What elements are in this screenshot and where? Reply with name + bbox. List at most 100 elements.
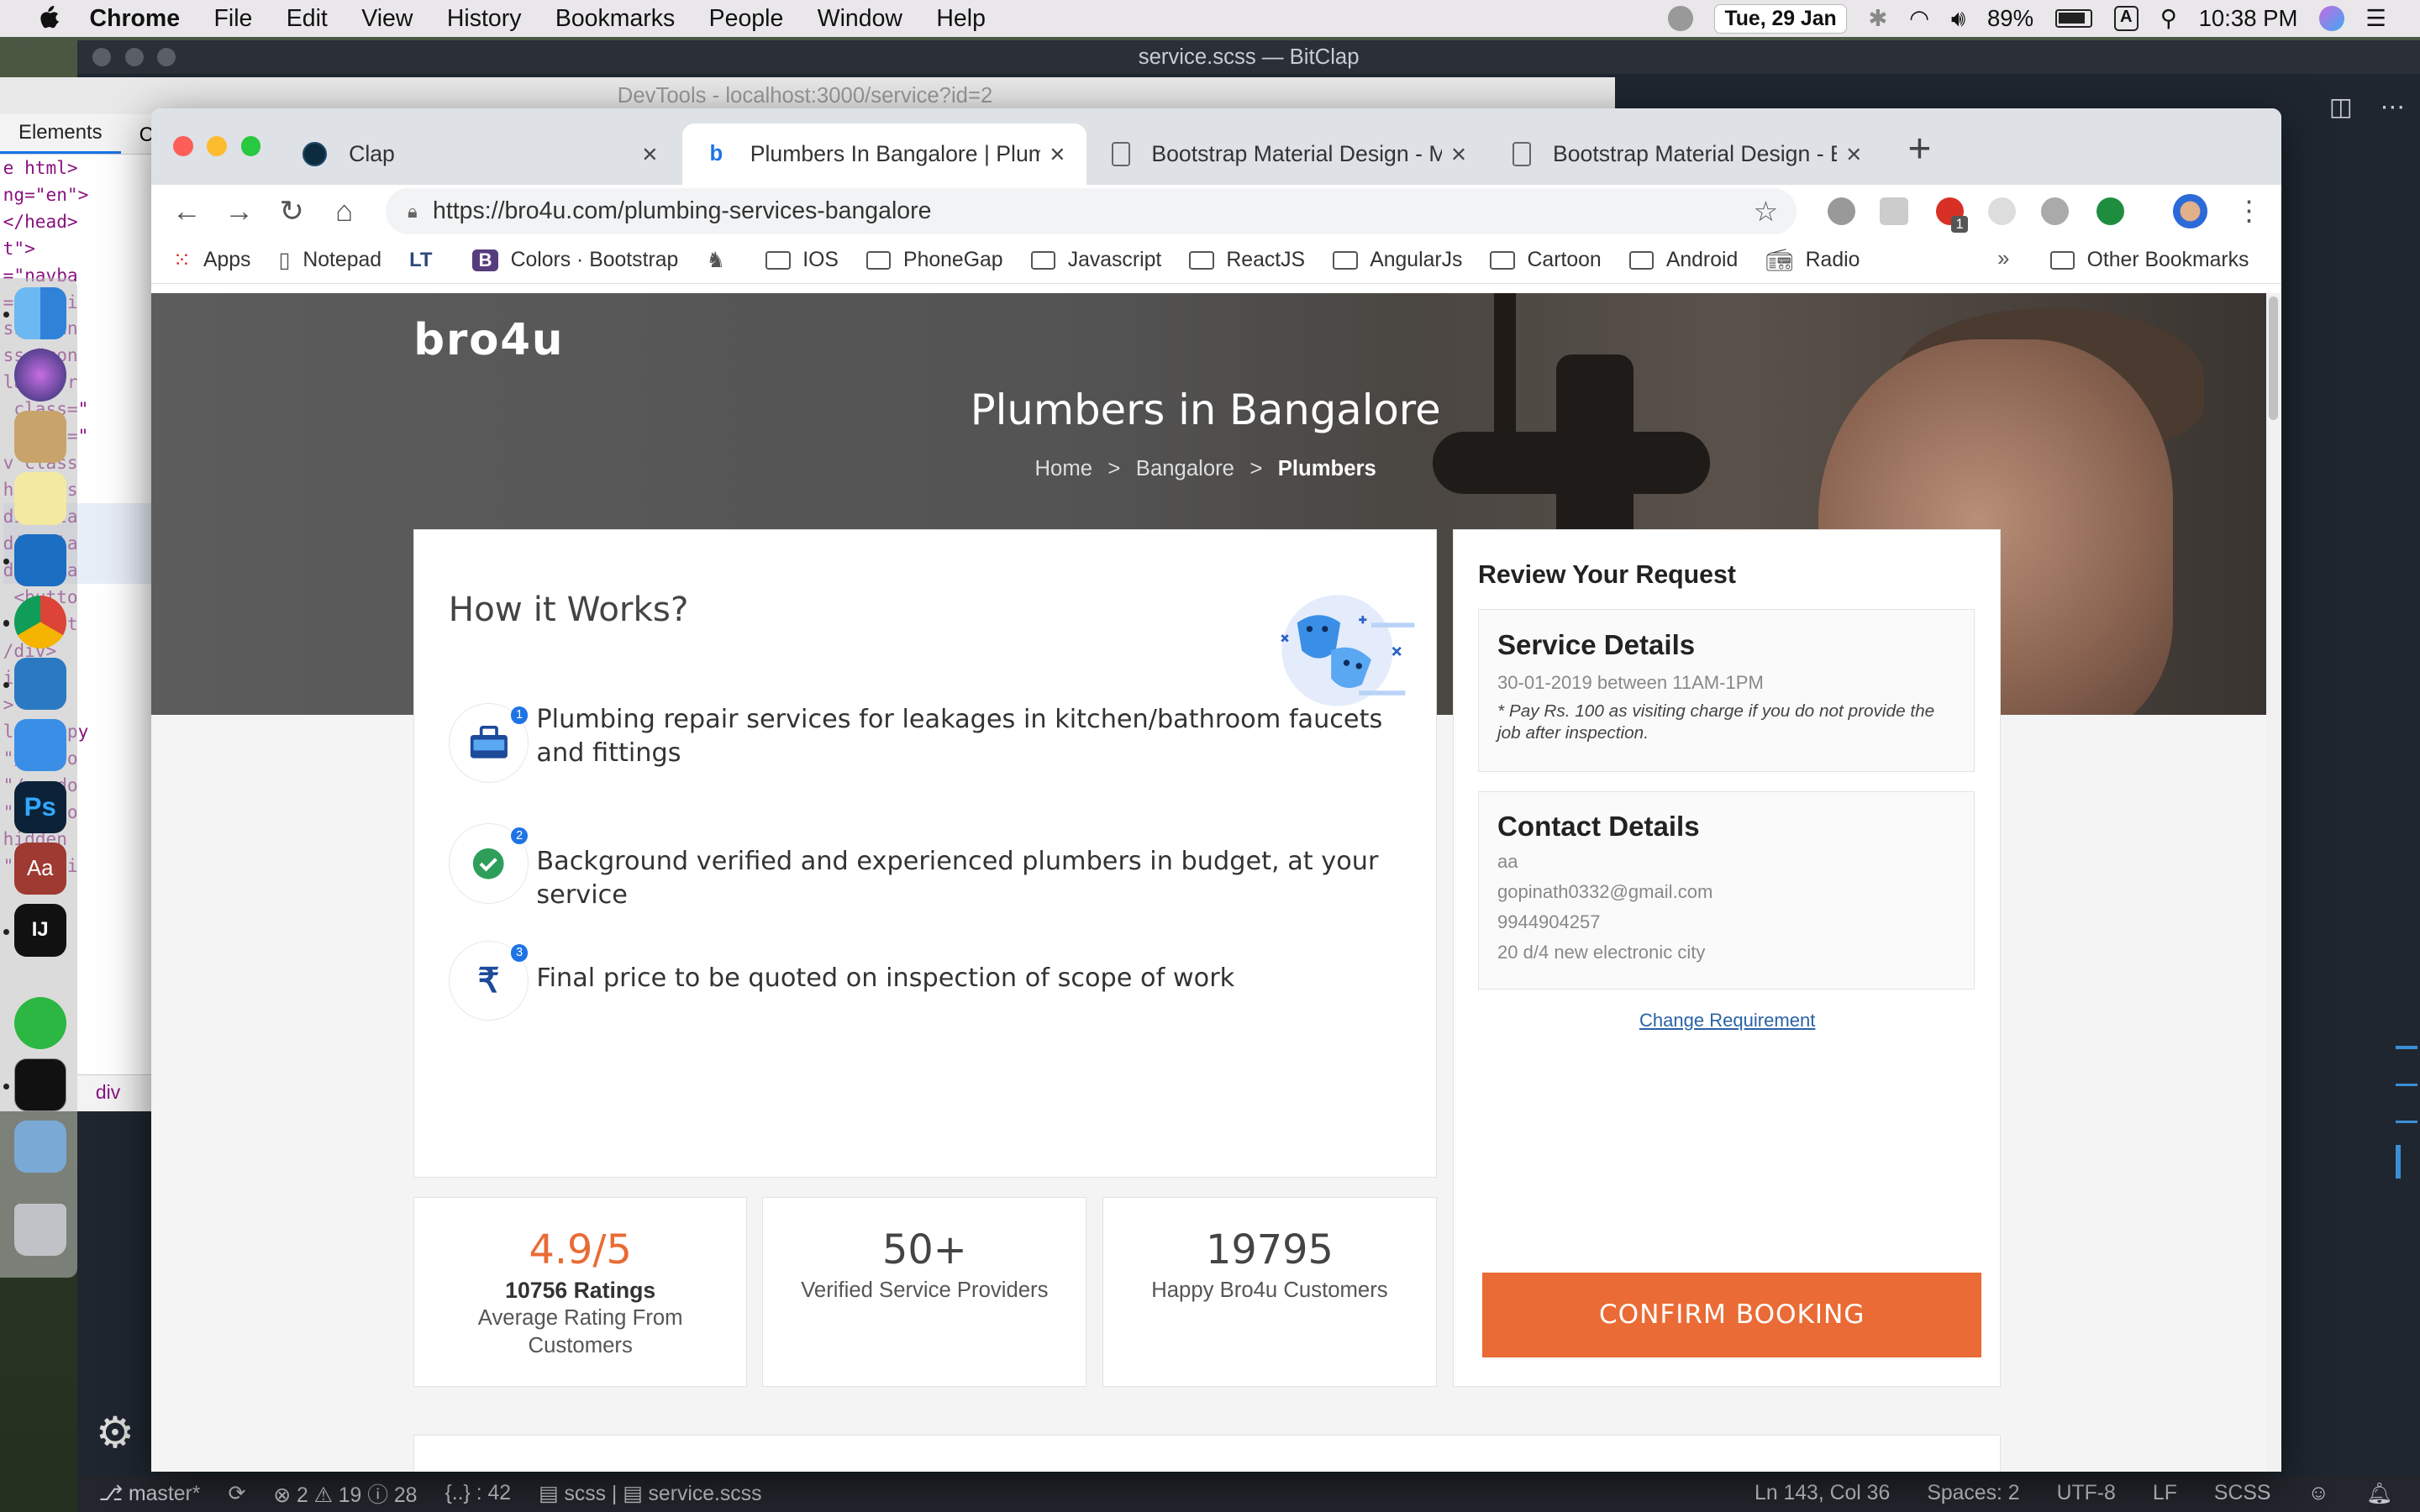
bookmark-item[interactable]: AngularJs [1333, 249, 1462, 272]
bell-icon[interactable]: 🔔︎ [2366, 1482, 2392, 1506]
bookmark-item[interactable]: PhoneGap [865, 249, 1003, 272]
photoshop-icon[interactable]: Ps [13, 780, 66, 833]
extension-chat-icon[interactable] [2096, 197, 2124, 226]
browser-tab[interactable]: Bootstrap Material Design - Material × [1090, 123, 1488, 185]
menu-help[interactable]: Help [936, 5, 986, 33]
dictionary-icon[interactable]: Aa [13, 842, 66, 895]
apple-icon[interactable] [34, 5, 61, 33]
bookmark-item[interactable]: LT [409, 249, 445, 272]
close-tab-icon[interactable]: × [1442, 139, 1476, 170]
bookmark-item[interactable]: ♞ [706, 248, 738, 273]
notification-center-icon[interactable]: ☰ [2365, 5, 2386, 32]
menu-bookmarks[interactable]: Bookmarks [555, 5, 675, 33]
symbol-count[interactable]: {..} : 42 [445, 1482, 512, 1505]
notification-bubble-icon[interactable] [1668, 6, 1693, 31]
vscode-icon[interactable] [13, 657, 66, 710]
close-window-button[interactable] [172, 135, 193, 156]
url-text[interactable]: https://bro4u.com/plumbing-services-bang… [433, 197, 931, 225]
whatsapp-icon[interactable] [13, 996, 66, 1050]
intellij-icon[interactable]: IJ [13, 904, 66, 957]
browser-tab-active[interactable]: b Plumbers In Bangalore | Plumbers × [681, 123, 1087, 186]
confirm-booking-button[interactable]: CONFIRM BOOKING [1482, 1272, 1981, 1357]
menu-view[interactable]: View [361, 5, 413, 33]
siri-dock-icon[interactable] [13, 349, 66, 402]
bookmark-item[interactable]: Cartoon [1490, 249, 1602, 272]
home-icon[interactable]: ⌂ [318, 195, 370, 228]
encoding[interactable]: UTF-8 [2057, 1482, 2116, 1506]
extension-timer-icon[interactable] [1988, 197, 2017, 226]
extension-cloud-icon[interactable] [2040, 197, 2069, 226]
outlook-icon[interactable] [13, 533, 66, 587]
bookmark-item[interactable]: ⁙ Apps [173, 248, 251, 273]
bluetooth-icon[interactable]: ✱ [1868, 5, 1887, 32]
close-tab-icon[interactable]: × [1040, 139, 1074, 170]
chrome-menu-icon[interactable]: ⋮ [2235, 194, 2263, 228]
line-ending[interactable]: LF [2153, 1482, 2177, 1506]
battery-percent[interactable]: 89% [1987, 5, 2033, 32]
change-requirement-link[interactable]: Change Requirement [1454, 1010, 2002, 1032]
menu-window[interactable]: Window [818, 5, 902, 33]
chrome-icon[interactable] [13, 596, 66, 648]
breadcrumb-city[interactable]: Bangalore [1136, 457, 1234, 480]
feedback-smiley-icon[interactable]: ☺ [2307, 1482, 2328, 1506]
siri-icon[interactable] [2319, 6, 2344, 31]
bookmark-item[interactable]: B Colors · Bootstrap [472, 249, 678, 272]
editor-close-button[interactable] [92, 47, 112, 66]
trash-icon[interactable] [13, 1203, 66, 1257]
bookmark-item[interactable]: Javascript [1030, 249, 1161, 272]
extension-gear-icon[interactable] [1827, 197, 1856, 226]
bro4u-logo[interactable]: bro4u [413, 315, 564, 365]
close-tab-icon[interactable]: × [633, 139, 666, 170]
xcode-icon[interactable] [13, 719, 66, 772]
breadcrumb-home[interactable]: Home [1034, 457, 1092, 480]
bookmark-star-icon[interactable]: ☆ [1754, 195, 1779, 228]
language-select[interactable]: SCSS [2214, 1482, 2270, 1506]
lock-icon[interactable]: 🔒︎ [408, 201, 418, 223]
bookmark-item[interactable]: ReactJS [1189, 249, 1305, 272]
address-bar[interactable]: 🔒︎ https://bro4u.com/plumbing-services-b… [386, 188, 1797, 235]
browser-tab[interactable]: Bootstrap Material Design - Buttons × [1491, 123, 1884, 185]
page-scrollbar[interactable] [2265, 293, 2282, 1473]
editor-minimize-button[interactable] [124, 47, 144, 66]
minimize-window-button[interactable] [207, 135, 227, 156]
date-badge[interactable]: Tue, 29 Jan [1714, 3, 1847, 34]
reload-icon[interactable]: ↻ [266, 195, 318, 228]
volume-icon[interactable]: 🔊︎ [1951, 5, 1965, 33]
spotlight-search-icon[interactable]: ⚲ [2160, 5, 2177, 32]
browser-tab[interactable]: Clap × [281, 123, 679, 185]
problems-indicator[interactable]: ⊗ 2 ⚠ 19 ⓘ 28 [273, 1478, 417, 1509]
menu-edit[interactable]: Edit [287, 5, 328, 33]
notes-app-icon[interactable] [13, 410, 66, 464]
profile-avatar[interactable] [2173, 194, 2207, 228]
settings-gear-icon[interactable]: ⚙ [96, 1407, 134, 1458]
scrollbar-thumb[interactable] [2269, 296, 2279, 420]
tab-elements[interactable]: Elements [0, 115, 121, 154]
bookmark-item[interactable]: ▯ Notepad [279, 248, 382, 273]
editor-zoom-button[interactable] [157, 47, 176, 66]
indentation[interactable]: Spaces: 2 [1927, 1482, 2019, 1506]
menu-history[interactable]: History [447, 5, 522, 33]
terminal-icon[interactable] [13, 1058, 66, 1111]
language-indicator[interactable]: ▤ scss | ▤ service.scss [539, 1481, 761, 1506]
back-arrow-icon[interactable]: ← [160, 195, 213, 228]
extension-grid-icon[interactable] [1880, 197, 1908, 226]
cursor-position[interactable]: Ln 143, Col 36 [1754, 1482, 1890, 1506]
stickies-icon[interactable] [13, 472, 66, 525]
finder-icon[interactable] [13, 286, 66, 340]
more-actions-icon[interactable]: ⋯ [2381, 92, 2405, 122]
close-tab-icon[interactable]: × [1837, 139, 1870, 170]
bookmark-item[interactable]: Android [1628, 249, 1738, 272]
menu-people[interactable]: People [709, 5, 784, 33]
wifi-icon[interactable]: ◠ [1909, 5, 1929, 32]
preview-icon[interactable] [13, 1120, 66, 1173]
bookmarks-overflow-chevron-icon[interactable]: » [1997, 247, 2009, 271]
input-source-icon[interactable]: A [2113, 6, 2139, 31]
zoom-window-button[interactable] [240, 135, 261, 156]
sync-icon[interactable]: ⟳ [228, 1481, 245, 1506]
menu-app-name[interactable]: Chrome [90, 5, 181, 33]
clock[interactable]: 10:38 PM [2199, 5, 2298, 32]
other-bookmarks[interactable]: Other Bookmarks [2049, 249, 2249, 272]
menu-file[interactable]: File [214, 5, 253, 33]
split-editor-icon[interactable]: ◫ [2329, 92, 2353, 122]
battery-icon[interactable] [2054, 9, 2092, 29]
